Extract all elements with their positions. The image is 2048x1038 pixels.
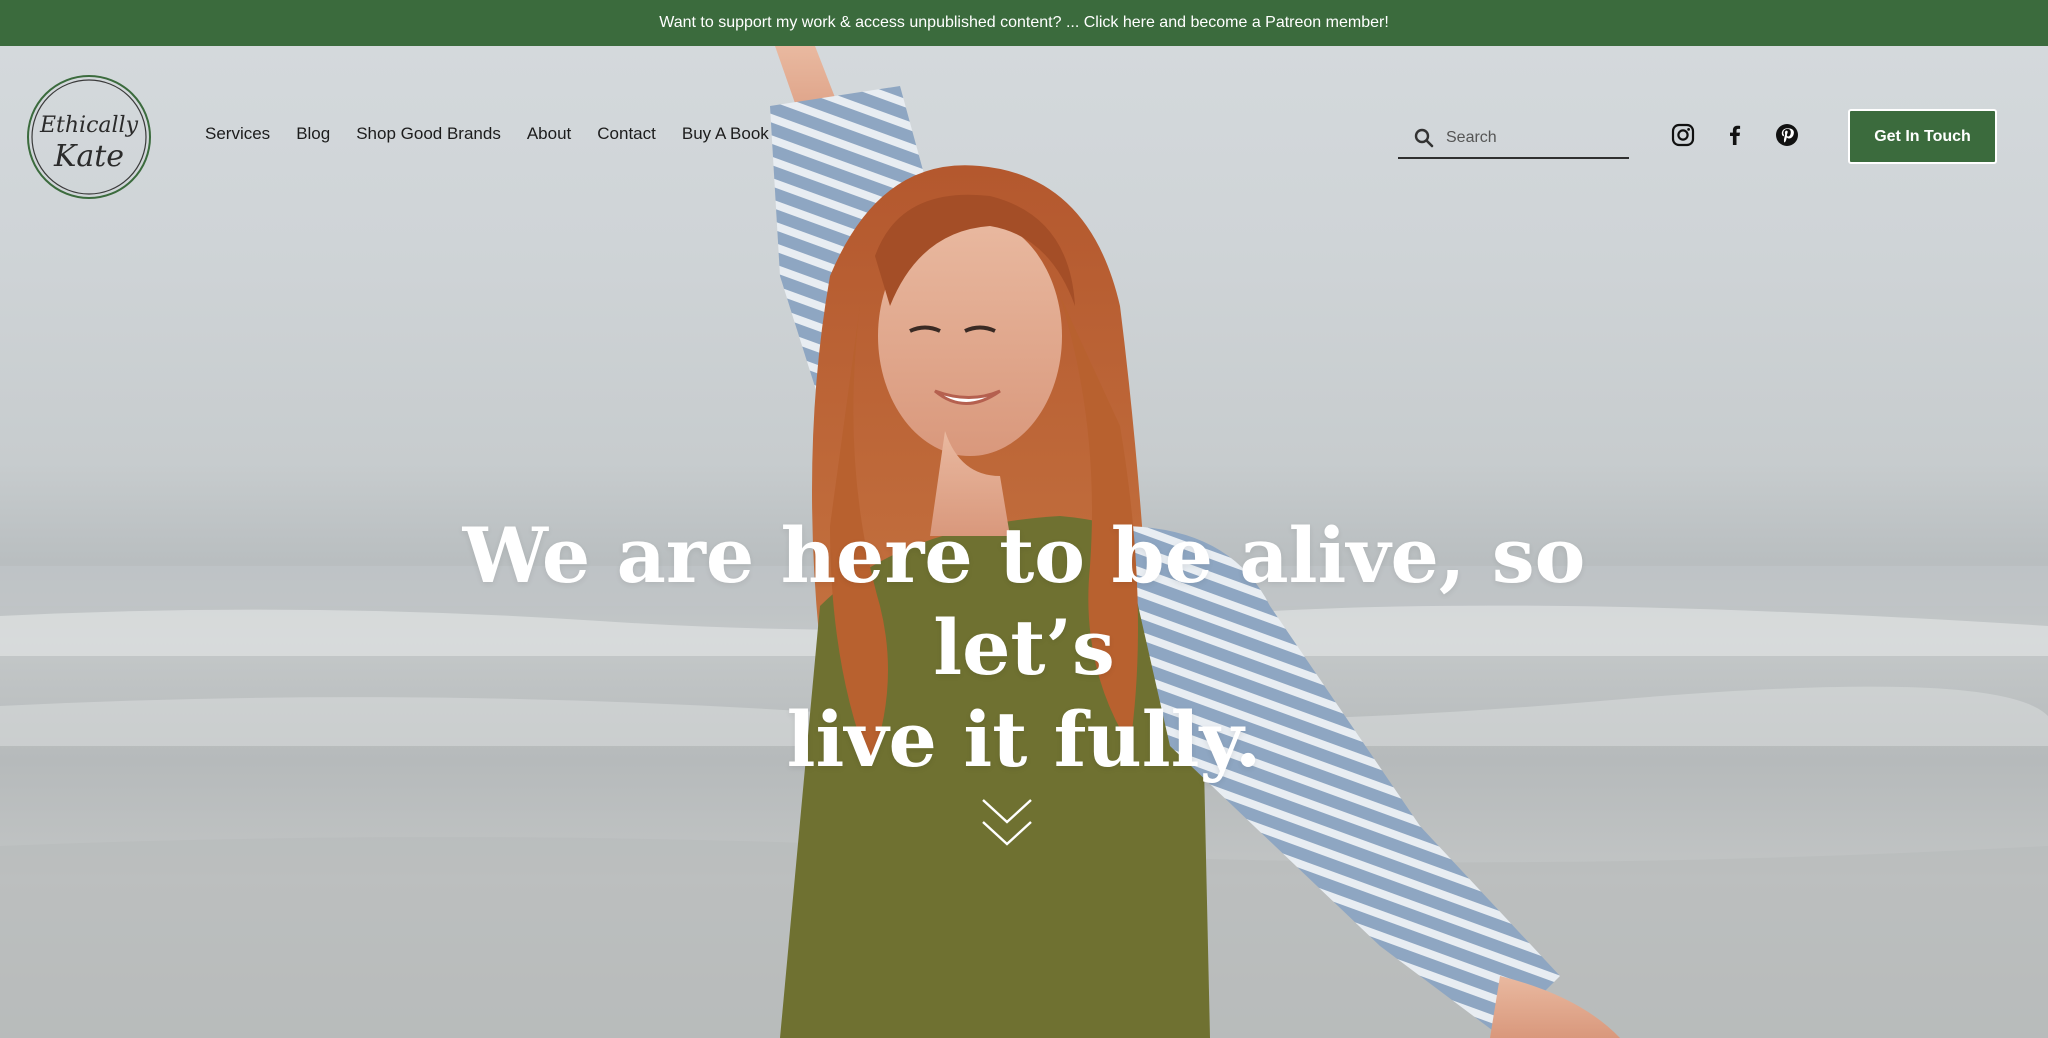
search-icon[interactable] [1414,127,1436,149]
main-nav: Services Blog Shop Good Brands About Con… [205,124,769,144]
ethically-kate-logo-icon: Ethically Kate [27,75,151,199]
get-in-touch-button[interactable]: Get In Touch [1848,109,1997,164]
nav-item-shop-good-brands[interactable]: Shop Good Brands [356,124,501,144]
nav-item-about[interactable]: About [527,124,571,144]
site-logo[interactable]: Ethically Kate [24,72,154,202]
nav-item-blog[interactable]: Blog [296,124,330,144]
social-links [1671,123,1799,147]
nav-item-buy-a-book[interactable]: Buy A Book [682,124,769,144]
announcement-text[interactable]: Want to support my work & access unpubli… [659,14,1389,32]
search-box[interactable] [1398,118,1629,159]
nav-item-services[interactable]: Services [205,124,270,144]
logo-line1: Ethically [39,113,139,138]
facebook-icon[interactable] [1723,123,1747,147]
hero-headline: We are here to be alive, so let’s live i… [424,510,1624,786]
logo-line2: Kate [53,139,124,174]
pinterest-icon[interactable] [1775,123,1799,147]
hero-headline-line2: live it fully. [786,695,1262,784]
announcement-bar[interactable]: Want to support my work & access unpubli… [0,0,2048,46]
instagram-icon[interactable] [1671,123,1695,147]
hero-headline-line1: We are here to be alive, so let’s [462,511,1586,692]
nav-item-contact[interactable]: Contact [597,124,656,144]
chevron-double-down-icon[interactable] [980,796,1034,848]
search-input[interactable] [1446,128,1616,147]
